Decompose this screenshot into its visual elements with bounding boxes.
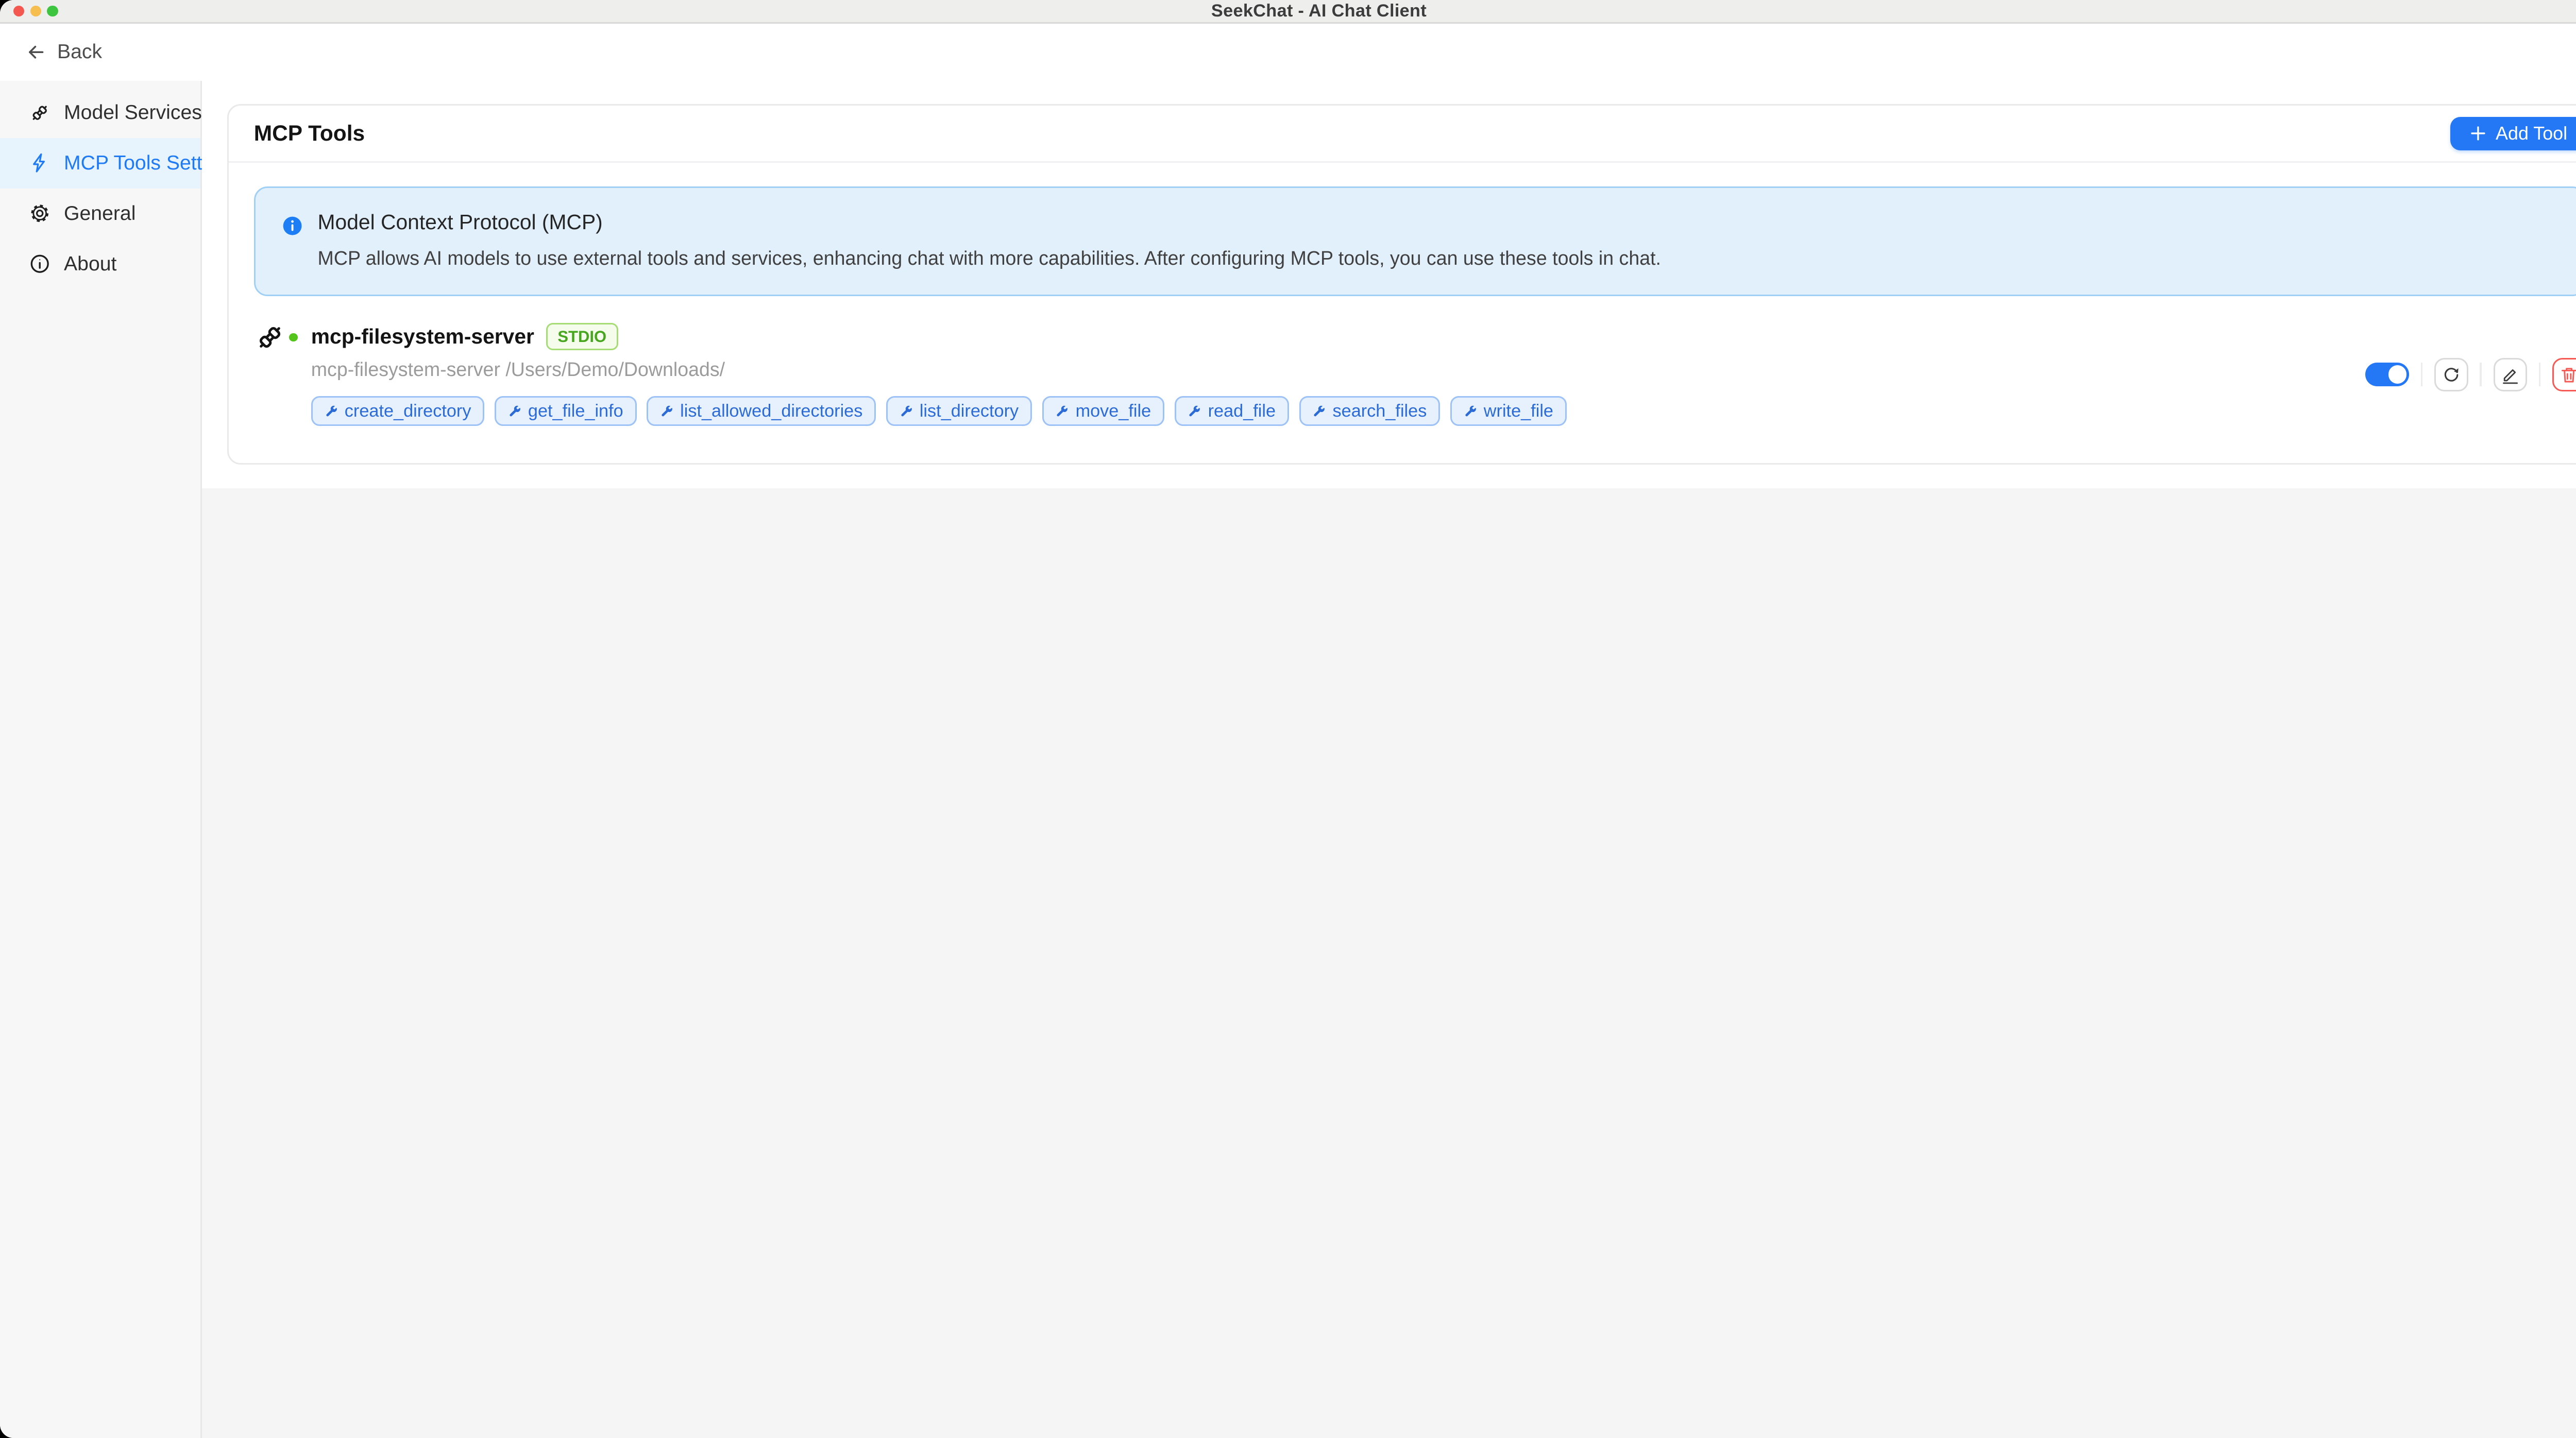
refresh-icon (2441, 365, 2461, 385)
sidebar-item-label: About (64, 253, 116, 276)
server-name: mcp-filesystem-server (311, 324, 534, 349)
card-body: Model Context Protocol (MCP) MCP allows … (229, 163, 2576, 463)
tool-tag-label: create_directory (345, 400, 471, 422)
info-circle-icon (29, 253, 50, 275)
main-content: MCP Tools Add Tool (202, 81, 2576, 1438)
api-icon (29, 102, 50, 124)
wrench-icon (660, 404, 673, 418)
api-icon (254, 321, 286, 353)
mcp-server-item: mcp-filesystem-server STDIO mcp-filesyst… (254, 323, 2576, 426)
settings-sidebar: Model Services MCP Tools Settin... (0, 81, 202, 1438)
server-tools-list: create_directory get_file_info list_allo… (311, 396, 2346, 426)
thunderbolt-icon (29, 152, 50, 174)
alert-title: Model Context Protocol (MCP) (318, 210, 1661, 234)
tool-tag[interactable]: list_directory (886, 396, 1032, 426)
delete-button[interactable] (2552, 358, 2576, 391)
wrench-icon (900, 404, 913, 418)
tool-tag-label: list_allowed_directories (680, 400, 862, 422)
trash-icon (2559, 365, 2576, 385)
server-icon-wrap (254, 321, 311, 360)
toggle-knob (2388, 365, 2407, 384)
sidebar-item-label: General (64, 202, 135, 225)
back-arrow-icon (25, 41, 47, 63)
status-connected-dot (289, 333, 297, 341)
refresh-button[interactable] (2434, 358, 2468, 391)
control-divider (2421, 363, 2422, 386)
plus-icon (2469, 124, 2487, 143)
alert-content: Model Context Protocol (MCP) MCP allows … (318, 210, 1661, 271)
window-titlebar: SeekChat - AI Chat Client (0, 0, 2576, 24)
wrench-icon (1055, 404, 1069, 418)
tool-tag[interactable]: write_file (1450, 396, 1567, 426)
wrench-icon (1188, 404, 1201, 418)
gear-icon (29, 202, 50, 224)
sidebar-item-mcp-tools-settings[interactable]: MCP Tools Settin... (0, 138, 200, 189)
edit-button[interactable] (2494, 358, 2527, 391)
window-title: SeekChat - AI Chat Client (0, 1, 2576, 21)
tool-tag[interactable]: search_files (1299, 396, 1440, 426)
wrench-icon (1312, 404, 1326, 418)
wrench-icon (325, 404, 338, 418)
server-command: mcp-filesystem-server /Users/Demo/Downlo… (311, 358, 2346, 381)
tool-tag-label: write_file (1484, 400, 1553, 422)
tool-tag[interactable]: get_file_info (495, 396, 637, 426)
tool-tag-label: get_file_info (528, 400, 623, 422)
wrench-icon (508, 404, 521, 418)
back-bar: Back (0, 24, 2576, 81)
back-button[interactable]: Back (25, 41, 102, 63)
add-tool-button[interactable]: Add Tool (2450, 117, 2576, 150)
tool-tag-label: search_files (1333, 400, 1427, 422)
card-header: MCP Tools Add Tool (229, 106, 2576, 163)
server-info: mcp-filesystem-server STDIO mcp-filesyst… (311, 323, 2346, 426)
tool-tag-label: read_file (1208, 400, 1276, 422)
info-icon (282, 212, 302, 232)
sidebar-item-about[interactable]: About (0, 239, 200, 289)
mcp-tools-section: MCP Tools Add Tool (202, 81, 2576, 488)
page-title: MCP Tools (254, 121, 365, 146)
wrench-icon (1464, 404, 1477, 418)
mcp-tools-card: MCP Tools Add Tool (227, 104, 2576, 465)
control-divider (2480, 363, 2481, 386)
tool-tag-label: move_file (1076, 400, 1151, 422)
mcp-info-alert: Model Context Protocol (MCP) MCP allows … (254, 186, 2576, 296)
app-window: SeekChat - AI Chat Client Back (0, 0, 2576, 1438)
enable-toggle[interactable] (2365, 363, 2409, 386)
control-divider (2539, 363, 2540, 386)
tool-tag-label: list_directory (920, 400, 1019, 422)
content-empty-area (202, 488, 2576, 1438)
tool-tag[interactable]: list_allowed_directories (647, 396, 876, 426)
alert-description: MCP allows AI models to use external too… (318, 246, 1661, 271)
server-type-badge: STDIO (546, 323, 618, 350)
sidebar-item-general[interactable]: General (0, 189, 200, 239)
back-label: Back (57, 41, 102, 63)
add-tool-label: Add Tool (2496, 123, 2567, 144)
tool-tag[interactable]: move_file (1042, 396, 1165, 426)
tool-tag[interactable]: read_file (1175, 396, 1289, 426)
edit-pencil-icon (2500, 365, 2520, 385)
sidebar-item-model-services[interactable]: Model Services (0, 88, 200, 138)
sidebar-item-label: Model Services (64, 101, 202, 124)
server-controls (2345, 358, 2576, 391)
tool-tag[interactable]: create_directory (311, 396, 485, 426)
